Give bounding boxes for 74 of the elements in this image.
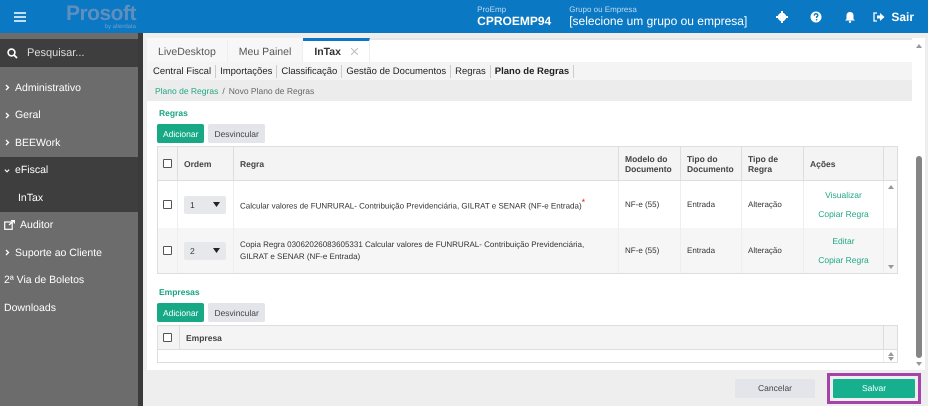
table-cell-text: Entrada <box>687 198 716 210</box>
checkbox[interactable] <box>163 200 172 209</box>
nav-link[interactable]: Plano de Regras <box>490 64 574 78</box>
bell-icon[interactable] <box>844 10 856 22</box>
search-icon <box>7 48 18 58</box>
chevron-right-icon <box>4 84 10 92</box>
nav-link[interactable]: Gestão de Documentos <box>342 64 452 78</box>
column-header: Ações <box>804 147 884 181</box>
scroll-up-arrow-icon[interactable] <box>916 44 922 48</box>
table-cell-text: NF-e (55) <box>625 198 660 210</box>
sidebar-item[interactable]: Geral <box>0 102 138 129</box>
column-header: Empresa <box>180 326 884 350</box>
caret-icon <box>213 248 220 253</box>
breadcrumb-separator: / <box>222 86 225 96</box>
tab[interactable]: LiveDesktop <box>147 38 228 62</box>
column-header: Tipo do Documento <box>681 147 742 181</box>
sidebar-item[interactable]: InTax <box>0 184 138 212</box>
checkbox[interactable] <box>163 333 172 342</box>
sidebar-item[interactable]: Suporte ao Cliente <box>0 239 138 266</box>
table-cell-text: Alteração <box>748 244 783 256</box>
tab[interactable]: InTax <box>303 38 370 62</box>
required-asterisk: * <box>582 197 586 208</box>
caret-icon <box>213 202 220 207</box>
sidebar-item[interactable]: eFiscal <box>0 156 138 184</box>
logout-button[interactable]: Sair <box>873 10 914 24</box>
scroll-up-arrow-icon[interactable] <box>888 352 894 356</box>
table-cell-text: Copia Regra 03062026083605331 Calcular valores de FUNRURAL- Contribuição Previdenciária, GILRAT e SENAR (NF-e Entrada) <box>240 238 586 262</box>
table-scrollbar[interactable] <box>884 228 897 273</box>
checkbox[interactable] <box>163 246 172 255</box>
column-header: Regra <box>234 147 619 181</box>
nav-link[interactable]: Regras <box>451 64 491 78</box>
order-select[interactable]: 2 <box>184 242 226 260</box>
nav-link[interactable]: Classificação <box>277 64 342 78</box>
scroll-up-arrow-icon[interactable] <box>888 185 894 189</box>
column-header: Modelo do Documento <box>619 147 681 181</box>
table-cell-text: Entrada <box>687 244 716 256</box>
sidebar-item[interactable]: BEEWork <box>0 129 138 156</box>
external-link-icon <box>4 220 15 230</box>
unlink-button[interactable]: Desvincular <box>208 124 265 143</box>
close-icon[interactable] <box>350 48 358 55</box>
chevron-down-icon <box>4 166 10 174</box>
order-select[interactable]: 1 <box>184 196 226 214</box>
table-cell-text: Alteração <box>748 198 783 210</box>
field-label: ProEmp <box>477 5 508 14</box>
column-header: Ordem <box>178 147 234 181</box>
breadcrumb-current: Novo Plano de Regras <box>228 86 314 96</box>
scroll-down-arrow-icon[interactable] <box>916 362 922 366</box>
field-label: Grupo ou Empresa <box>569 5 638 14</box>
sidebar-item[interactable]: Administrativo <box>0 74 138 102</box>
section-title: Empresas <box>159 287 201 297</box>
scroll-down-arrow-icon[interactable] <box>888 356 894 360</box>
scroll-down-arrow-icon[interactable] <box>888 265 894 269</box>
sidebar-item[interactable]: Downloads <box>0 294 138 322</box>
tab[interactable]: Meu Painel <box>228 38 304 62</box>
logout-icon <box>873 12 886 22</box>
chevron-right-icon <box>4 249 10 256</box>
chevron-right-icon <box>4 139 10 146</box>
column-header: Tipo de Regra <box>742 147 804 181</box>
chevron-right-icon <box>4 112 10 119</box>
menu-icon[interactable] <box>14 12 26 22</box>
nav-link[interactable]: Central Fiscal <box>149 64 216 78</box>
scrollbar[interactable] <box>912 38 925 370</box>
unlink-button[interactable]: Desvincular <box>208 303 265 322</box>
nav-link[interactable]: Importações <box>216 64 278 78</box>
help-icon[interactable] <box>810 10 822 22</box>
cancel-button[interactable]: Cancelar <box>735 378 815 398</box>
company-code: CPROEMP94 <box>477 14 552 28</box>
checkbox[interactable] <box>163 159 172 168</box>
table-cell-text: NF-e (55) <box>625 244 660 256</box>
sidebar-item[interactable]: Auditor <box>0 212 138 239</box>
sidebar-item[interactable]: 2ª Via de Boletos <box>0 266 138 294</box>
search-field[interactable]: Pesquisar... <box>0 39 138 67</box>
group-selector[interactable]: [selecione um grupo ou empresa] <box>569 14 748 28</box>
section-title: Regras <box>159 108 189 118</box>
